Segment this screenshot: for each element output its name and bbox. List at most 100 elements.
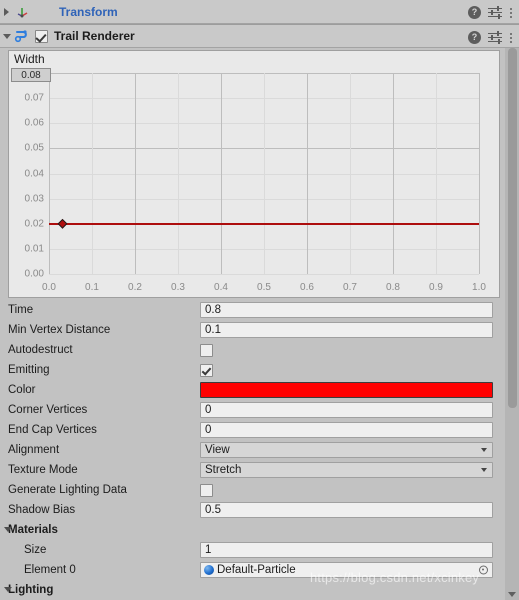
property-input-end-cap-vertices[interactable]: 0 [200,422,493,438]
property-row-emitting: Emitting [0,360,519,380]
property-row-materials: Materials [0,520,519,540]
scrollbar-thumb[interactable] [508,48,517,408]
y-axis-tick-label: 0.04 [24,168,44,179]
property-label-shadow-bias: Shadow Bias [8,504,76,516]
component-title-trail-renderer: Trail Renderer [54,29,135,43]
property-row-shadow-bias: Shadow Bias 0.5 [0,500,519,520]
gridline-vertical [49,73,50,274]
property-color-swatch-color[interactable] [200,382,493,398]
x-axis-tick-label: 0.2 [128,282,142,293]
chevron-down-icon [481,468,487,472]
dropdown-value-alignment: View [205,444,230,456]
x-axis-tick-label: 1.0 [472,282,486,293]
property-row-element-0: Element 0 Default-Particle [0,560,519,580]
y-axis-tick-label: 0.01 [24,243,44,255]
property-label-element-0: Element 0 [24,564,76,576]
inspector-scrollbar[interactable] [505,48,519,600]
more-options-icon[interactable] [509,6,513,19]
property-checkbox-generate-lighting-data[interactable] [200,483,213,497]
gridline-vertical [221,73,222,274]
x-axis-tick-label: 0.6 [300,282,314,293]
property-label-lighting: Lighting [8,584,54,596]
curve-title: Width [14,52,45,66]
y-axis-tick-label: 0.05 [24,142,44,154]
property-row-generate-lighting-data: Generate Lighting Data [0,480,519,500]
more-options-icon[interactable] [509,31,513,44]
property-input-corner-vertices[interactable]: 0 [200,402,493,418]
gridline-vertical [264,73,265,274]
x-axis-tick-label: 0.3 [171,282,185,293]
property-row-lighting: Lighting [0,580,519,600]
y-axis-tick-label: 0.02 [24,218,44,230]
gridline-vertical [92,73,93,274]
help-icon[interactable]: ? [468,5,481,19]
property-label-emitting: Emitting [8,364,50,376]
property-row-min-vertex-distance: Min Vertex Distance 0.1 [0,320,519,340]
x-axis-tick-label: 0.5 [257,282,271,293]
preset-settings-icon[interactable] [488,30,502,44]
foldout-transform[interactable] [0,0,13,24]
property-label-texture-mode: Texture Mode [8,464,78,476]
x-axis-tick-label: 0.0 [42,282,56,293]
property-checkbox-emitting[interactable] [200,363,213,377]
scroll-down-arrow-icon[interactable] [508,592,516,597]
property-dropdown-texture-mode[interactable]: Stretch [200,462,493,478]
property-checkbox-autodestruct[interactable] [200,343,213,357]
property-label-materials: Materials [8,524,58,536]
property-input-time[interactable]: 0.8 [200,302,493,318]
component-header-transform[interactable]: Transform ? [0,0,519,24]
y-axis-tick-label: 0.07 [24,92,44,104]
help-icon[interactable]: ? [468,30,481,44]
y-axis-tick-label: 0.06 [24,117,44,129]
curve-selected-value[interactable]: 0.08 [11,68,51,82]
x-axis-tick-label: 0.4 [214,282,228,293]
header-icons-trail-renderer: ? [468,25,513,49]
property-label-end-cap-vertices: End Cap Vertices [8,424,97,436]
chevron-down-icon[interactable] [4,587,12,592]
y-axis-tick-label: 0.03 [24,193,44,205]
object-picker-icon[interactable] [479,565,488,575]
gridline-vertical [350,73,351,274]
preset-settings-icon[interactable] [488,5,502,19]
x-axis-tick-label: 0.9 [429,282,443,293]
dropdown-value-texture-mode: Stretch [205,464,242,476]
transform-axis-icon [13,3,31,21]
trail-renderer-icon [13,27,31,45]
property-row-size: Size 1 [0,540,519,560]
property-dropdown-alignment[interactable]: View [200,442,493,458]
gridline-vertical [135,73,136,274]
property-row-time: Time 0.8 [0,300,519,320]
header-icons-transform: ? [468,0,513,24]
chevron-down-icon [2,33,11,39]
material-sphere-icon [204,565,214,575]
property-object-field-element-0[interactable]: Default-Particle [200,562,493,578]
property-input-shadow-bias[interactable]: 0.5 [200,502,493,518]
property-row-corner-vertices: Corner Vertices 0 [0,400,519,420]
component-title-transform: Transform [59,4,118,19]
gridline-vertical [307,73,308,274]
property-input-size[interactable]: 1 [200,542,493,558]
property-label-autodestruct: Autodestruct [8,344,73,356]
property-label-corner-vertices: Corner Vertices [8,404,88,416]
property-label-min-vertex-distance: Min Vertex Distance [8,324,111,336]
curve-keyframe-handle[interactable] [57,218,68,229]
property-label-alignment: Alignment [8,444,60,456]
property-label-color: Color [8,384,36,396]
gridline-horizontal [49,274,479,275]
component-header-trail-renderer[interactable]: Trail Renderer ? [0,24,519,48]
gridline-vertical [479,73,480,274]
width-curve-editor[interactable]: Width 0.08 0.080.070.060.050.040.030.020… [8,50,500,298]
curve-plot-area[interactable]: 0.080.070.060.050.040.030.020.010.000.00… [25,68,486,294]
gridline-vertical [178,73,179,274]
component-enabled-checkbox[interactable] [35,29,48,43]
property-row-end-cap-vertices: End Cap Vertices 0 [0,420,519,440]
property-row-texture-mode: Texture Mode Stretch [0,460,519,480]
property-list: Time 0.8 Min Vertex Distance 0.1 Autodestruc… [0,300,519,600]
chevron-down-icon[interactable] [4,527,12,532]
property-input-min-vertex-distance[interactable]: 0.1 [200,322,493,338]
property-row-color: Color [0,380,519,400]
foldout-trail-renderer[interactable] [0,24,13,48]
curve-line[interactable] [49,222,479,225]
chevron-down-icon [481,448,487,452]
x-axis-tick-label: 0.8 [386,282,400,293]
